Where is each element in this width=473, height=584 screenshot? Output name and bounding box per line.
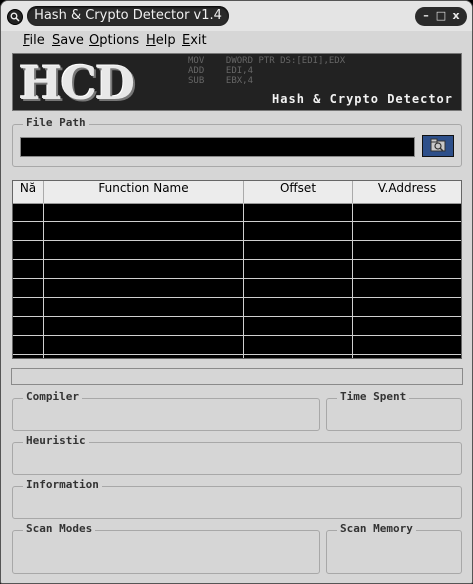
title-pill: Hash & Crypto Detector v1.4 — [27, 6, 229, 26]
menu-bar: File Save Options Help Exit — [1, 31, 472, 51]
results-list[interactable]: Nă Function Name Offset V.Address — [12, 180, 462, 359]
window-controls: – □ x — [415, 7, 467, 26]
table-row[interactable] — [13, 203, 461, 222]
title-bar[interactable]: Hash & Crypto Detector v1.4 – □ x — [1, 1, 472, 31]
menu-save[interactable]: Save — [52, 33, 84, 48]
banner-assembly-text: MOV DWORD PTR DS:[EDI],EDX ADD EDI,4 SUB… — [188, 56, 346, 86]
banner-logo: HCD — [19, 56, 135, 110]
scan-memory-label: Scan Memory — [337, 522, 416, 535]
maximize-button[interactable]: □ — [434, 8, 448, 24]
column-divider — [243, 203, 244, 358]
status-bar — [11, 368, 463, 385]
hcd-banner: MOV DWORD PTR DS:[EDI],EDX ADD EDI,4 SUB… — [12, 53, 462, 111]
column-divider — [352, 203, 353, 358]
column-header-function-name[interactable]: Function Name — [44, 181, 244, 203]
time-spent-label: Time Spent — [337, 390, 410, 403]
column-header-number[interactable]: Nă — [13, 181, 44, 203]
scan-memory-group: Scan Memory — [326, 522, 462, 574]
menu-help-mnemonic: H — [146, 33, 156, 48]
menu-help-label: elp — [155, 33, 176, 48]
heuristic-group: Heuristic — [12, 434, 462, 475]
column-header-vaddress[interactable]: V.Address — [353, 181, 461, 203]
information-group: Information — [12, 478, 462, 519]
file-path-input[interactable] — [20, 137, 415, 157]
menu-file[interactable]: File — [23, 33, 45, 48]
column-header-offset[interactable]: Offset — [244, 181, 353, 203]
table-row[interactable] — [13, 222, 461, 241]
window-title: Hash & Crypto Detector v1.4 — [34, 8, 222, 23]
scan-modes-group: Scan Modes — [12, 522, 320, 574]
table-row[interactable] — [13, 241, 461, 260]
table-row[interactable] — [13, 336, 461, 355]
menu-exit[interactable]: Exit — [182, 33, 207, 48]
folder-browse-icon — [430, 138, 446, 152]
scan-modes-label: Scan Modes — [23, 522, 96, 535]
minimize-button[interactable]: – — [419, 8, 433, 24]
table-row[interactable] — [13, 260, 461, 279]
main-window: Hash & Crypto Detector v1.4 – □ x File S… — [0, 0, 473, 584]
compiler-group: Compiler — [12, 390, 320, 431]
information-label: Information — [23, 478, 102, 491]
menu-exit-mnemonic: E — [182, 33, 191, 48]
banner-subtitle: Hash & Crypto Detector — [272, 92, 453, 106]
menu-save-label: ave — [60, 33, 84, 48]
menu-options[interactable]: Options — [89, 33, 139, 48]
menu-file-label: ile — [29, 33, 45, 48]
compiler-label: Compiler — [23, 390, 82, 403]
table-row[interactable] — [13, 298, 461, 317]
menu-exit-label: xit — [190, 33, 207, 48]
browse-button[interactable] — [422, 135, 454, 157]
menu-help[interactable]: Help — [146, 33, 176, 48]
column-divider — [43, 203, 44, 358]
table-row[interactable] — [13, 279, 461, 298]
heuristic-label: Heuristic — [23, 434, 89, 447]
menu-options-label: ptions — [99, 33, 140, 48]
table-row[interactable] — [13, 317, 461, 336]
close-button[interactable]: x — [449, 8, 463, 24]
results-header: Nă Function Name Offset V.Address — [13, 181, 461, 204]
time-spent-group: Time Spent — [326, 390, 462, 431]
file-path-label: File Path — [23, 116, 89, 129]
magnifier-icon[interactable] — [7, 9, 23, 25]
menu-options-mnemonic: O — [89, 33, 100, 48]
